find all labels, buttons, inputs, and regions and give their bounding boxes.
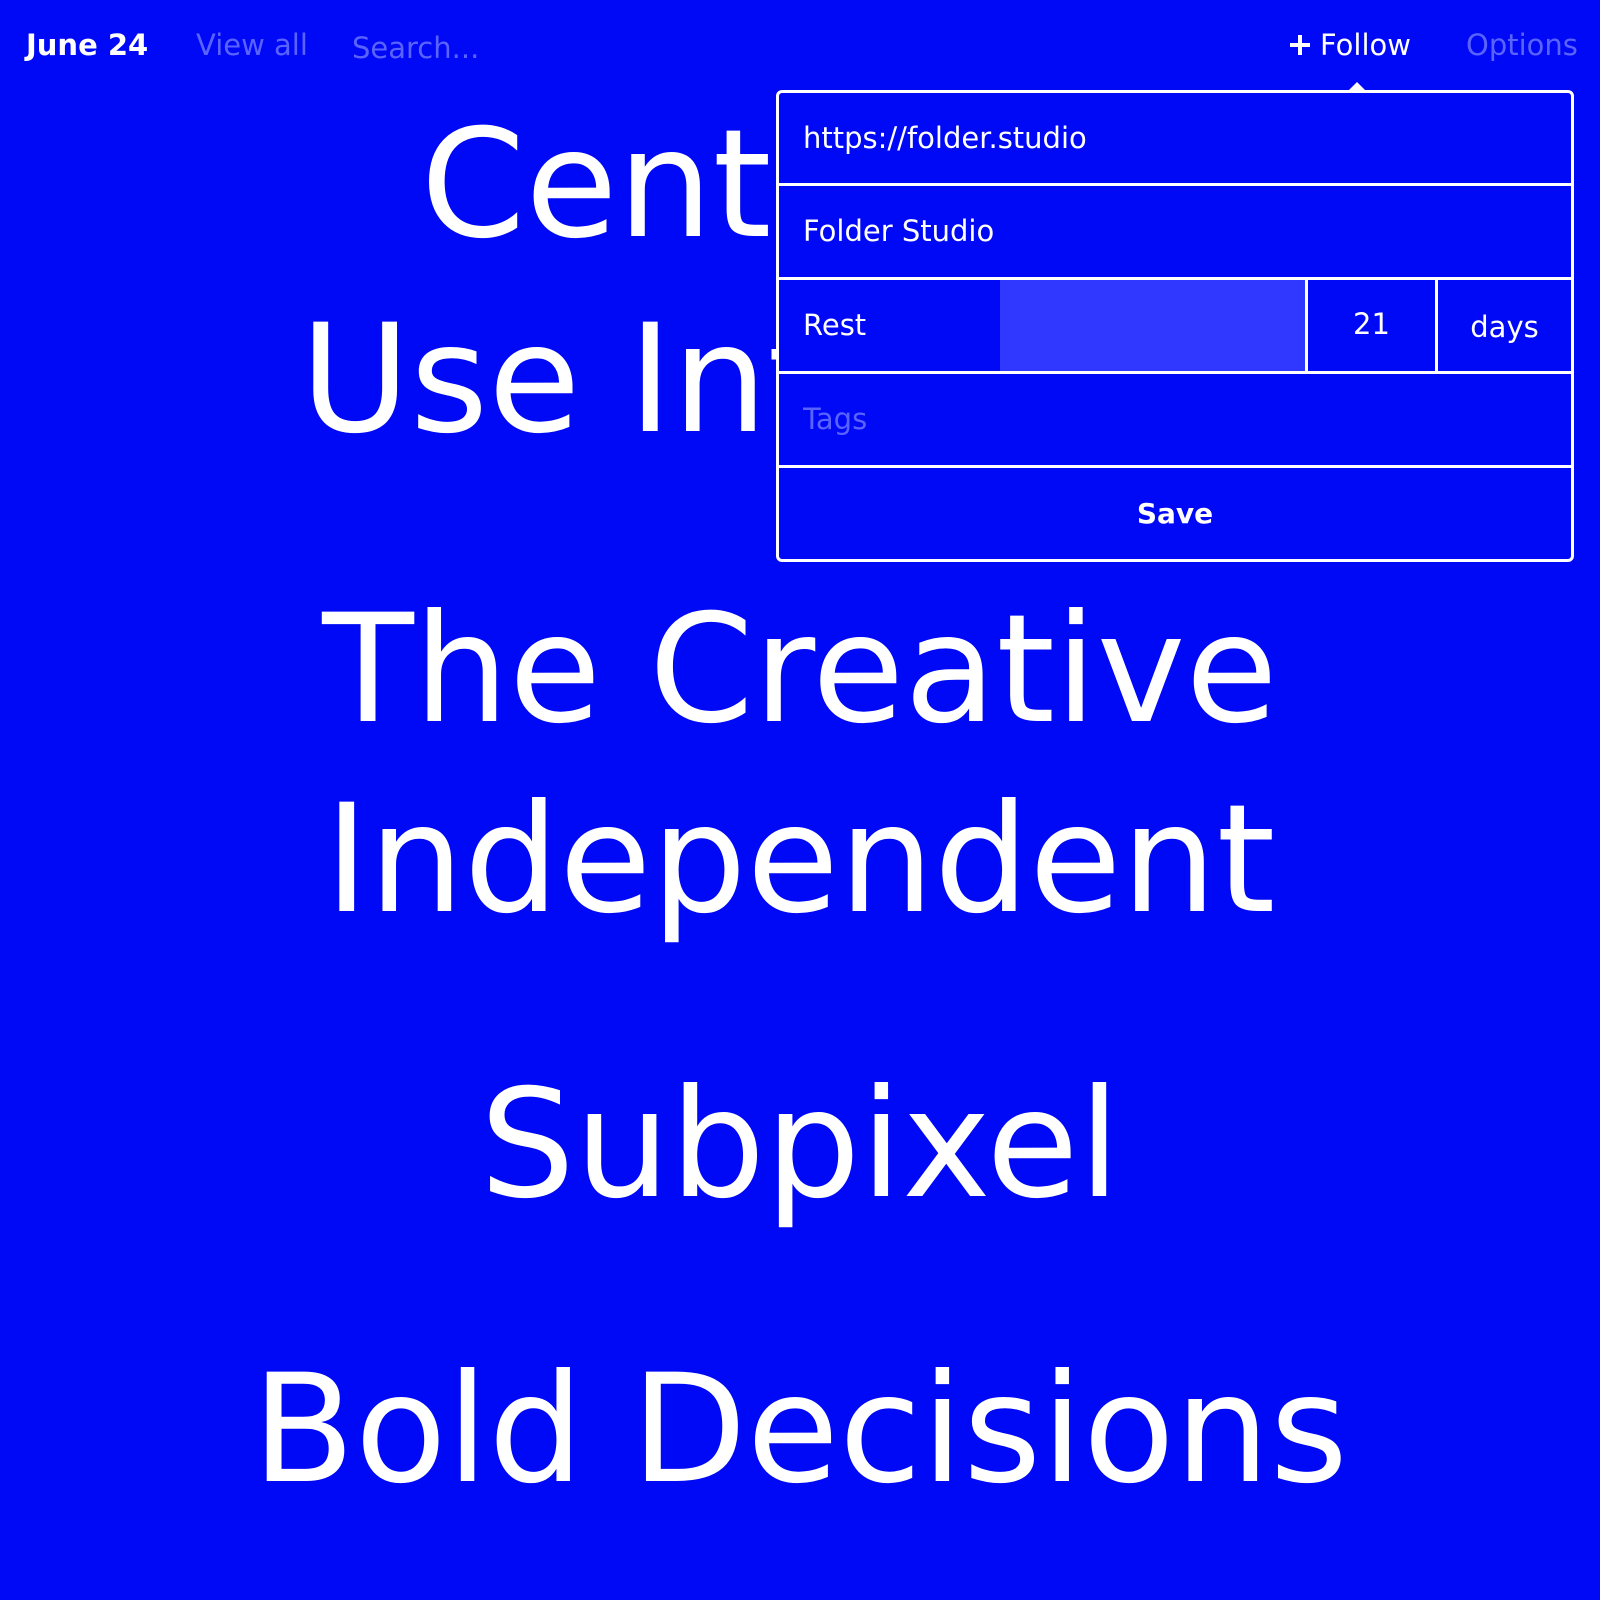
name-row	[779, 186, 1571, 280]
rest-slider[interactable]	[1000, 280, 1308, 371]
rest-value-field[interactable]: 21	[1308, 280, 1438, 371]
options-link[interactable]: Options	[1466, 28, 1578, 62]
tags-field[interactable]	[803, 374, 1543, 464]
headline-item[interactable]: Subpixel	[0, 1050, 1600, 1240]
top-bar: June 24 View all Follow Options	[0, 0, 1600, 92]
rest-slider-fill	[1000, 280, 1305, 371]
url-field[interactable]	[803, 93, 1543, 183]
follow-label: Follow	[1320, 28, 1411, 62]
url-row	[779, 93, 1571, 186]
popover-arrow	[1348, 82, 1366, 91]
follow-popover: Rest 21 days Save	[776, 90, 1574, 562]
rest-label: Rest	[803, 308, 867, 342]
tags-row	[779, 374, 1571, 468]
page: Center for Use Interface The Creative In…	[0, 0, 1600, 1600]
name-field[interactable]	[803, 186, 1543, 276]
save-row: Save	[779, 468, 1571, 559]
plus-icon	[1290, 35, 1310, 55]
rest-unit-select[interactable]: days	[1438, 280, 1571, 371]
follow-button[interactable]: Follow	[1290, 28, 1411, 62]
view-all-link[interactable]: View all	[196, 28, 308, 62]
save-button[interactable]: Save	[779, 468, 1571, 559]
headline-item[interactable]: Bold Decisions	[0, 1335, 1600, 1525]
headline-item[interactable]: Independent	[0, 765, 1600, 955]
date-label: June 24	[26, 28, 149, 62]
rest-row: Rest 21 days	[779, 280, 1571, 374]
search-input[interactable]	[352, 28, 772, 68]
headline-item[interactable]: The Creative	[0, 575, 1600, 765]
